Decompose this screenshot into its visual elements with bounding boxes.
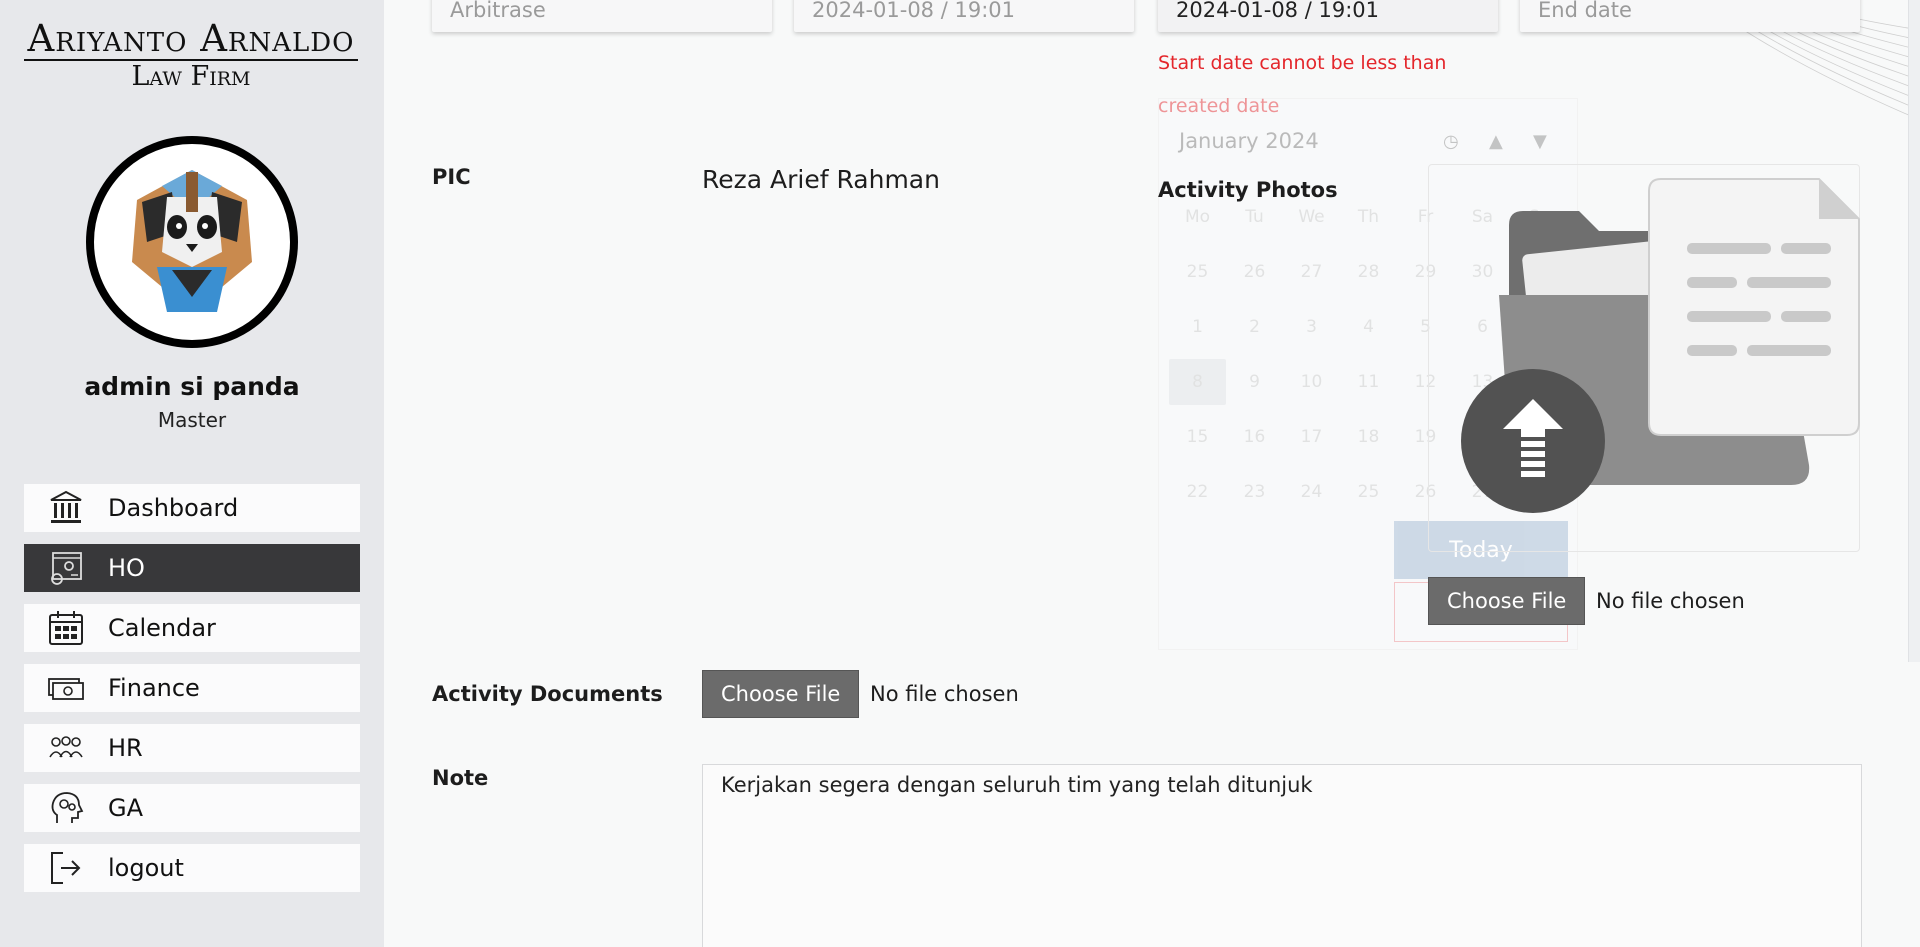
bank-icon: [24, 489, 108, 527]
weekday-label: Th: [1357, 206, 1380, 227]
people-icon: [24, 729, 108, 767]
sidebar-item-label: HR: [108, 734, 143, 762]
pic-label: PIC: [432, 165, 471, 189]
chevron-down-icon[interactable]: ▼: [1533, 131, 1547, 152]
photo-upload-dropzone[interactable]: [1428, 164, 1860, 552]
pic-value: Reza Arief Rahman: [702, 165, 940, 194]
sidebar-item-label: Finance: [108, 674, 200, 702]
sidebar-item-label: Dashboard: [108, 494, 239, 522]
sidebar-item-finance[interactable]: Finance: [24, 664, 360, 712]
calendar-day[interactable]: 1: [1169, 317, 1226, 337]
calendar-month-label[interactable]: January 2024: [1179, 129, 1319, 153]
calendar-day[interactable]: 16: [1226, 427, 1283, 447]
logout-icon: [24, 849, 108, 887]
sidebar-item-dashboard[interactable]: Dashboard: [24, 484, 360, 532]
page-scrollbar[interactable]: [1908, 0, 1920, 662]
calendar-icon: [24, 609, 108, 647]
sidebar-item-calendar[interactable]: Calendar: [24, 604, 360, 652]
sidebar-item-label: GA: [108, 794, 144, 822]
folder-upload-icon: [1461, 178, 1860, 513]
activity-photos-label: Activity Photos: [1158, 178, 1338, 202]
head-gear-icon: [24, 789, 108, 827]
chevron-up-icon[interactable]: ▲: [1489, 131, 1503, 152]
weekday-label: Mo: [1184, 206, 1211, 227]
sidebar-item-label: logout: [108, 854, 184, 882]
sidebar-item-label: Calendar: [108, 614, 216, 642]
activity-documents-label: Activity Documents: [432, 682, 663, 706]
calendar-day[interactable]: 25: [1340, 482, 1397, 502]
user-role: Master: [157, 408, 227, 432]
sidebar-item-logout[interactable]: logout: [24, 844, 360, 892]
weekday-label: We: [1298, 206, 1325, 227]
user-name: admin si panda: [84, 372, 300, 401]
calendar-day[interactable]: 28: [1340, 262, 1397, 282]
calendar-day[interactable]: 18: [1340, 427, 1397, 447]
calendar-day[interactable]: 25: [1169, 262, 1226, 282]
sidebar-item-ga[interactable]: GA: [24, 784, 360, 832]
calendar-day[interactable]: 3: [1283, 317, 1340, 337]
sidebar-item-hr[interactable]: HR: [24, 724, 360, 772]
photo-choose-file-button[interactable]: Choose File: [1428, 577, 1586, 625]
calendar-day[interactable]: 4: [1340, 317, 1397, 337]
end-date-input[interactable]: End date: [1520, 0, 1860, 32]
calendar-day[interactable]: 9: [1226, 372, 1283, 392]
start-date-input[interactable]: 2024-01-08 / 19:01: [1158, 0, 1498, 32]
calendar-day-selected[interactable]: 8: [1169, 358, 1226, 405]
sidebar-item-label: HO: [108, 554, 145, 582]
category-input[interactable]: Arbitrase: [432, 0, 772, 32]
sidebar: Ariyanto Arnaldo Law Firm admin si panda…: [0, 0, 384, 947]
firm-logo: Ariyanto Arnaldo Law Firm: [24, 20, 358, 93]
calendar-day[interactable]: 27: [1283, 262, 1340, 282]
calendar-day[interactable]: 26: [1226, 262, 1283, 282]
calendar-day[interactable]: 11: [1340, 372, 1397, 392]
weekday-label: Tu: [1245, 206, 1264, 227]
document-file-status: No file chosen: [870, 682, 1019, 706]
calendar-day[interactable]: 22: [1169, 482, 1226, 502]
panda-avatar-icon: [132, 170, 252, 312]
created-date-input[interactable]: 2024-01-08 / 19:01: [794, 0, 1134, 32]
calendar-day[interactable]: 2: [1226, 317, 1283, 337]
clock-icon[interactable]: ◷: [1443, 131, 1459, 152]
note-label: Note: [432, 766, 489, 790]
sidebar-nav: Dashboard HO Calendar Finance HR GA logo…: [24, 484, 360, 904]
ho-settings-icon: [24, 549, 108, 587]
photo-file-status: No file chosen: [1596, 589, 1745, 613]
document-choose-file-button[interactable]: Choose File: [702, 670, 860, 718]
note-textarea[interactable]: Kerjakan segera dengan seluruh tim yang …: [702, 764, 1862, 947]
calendar-day[interactable]: 10: [1283, 372, 1340, 392]
sidebar-item-ho[interactable]: HO: [24, 544, 360, 592]
firm-logo-name: Ariyanto Arnaldo: [24, 20, 358, 61]
calendar-day[interactable]: 15: [1169, 427, 1226, 447]
calendar-day[interactable]: 17: [1283, 427, 1340, 447]
avatar: [86, 136, 298, 348]
firm-logo-subtitle: Law Firm: [131, 61, 251, 92]
calendar-day[interactable]: 24: [1283, 482, 1340, 502]
money-icon: [24, 669, 108, 707]
calendar-day[interactable]: 23: [1226, 482, 1283, 502]
